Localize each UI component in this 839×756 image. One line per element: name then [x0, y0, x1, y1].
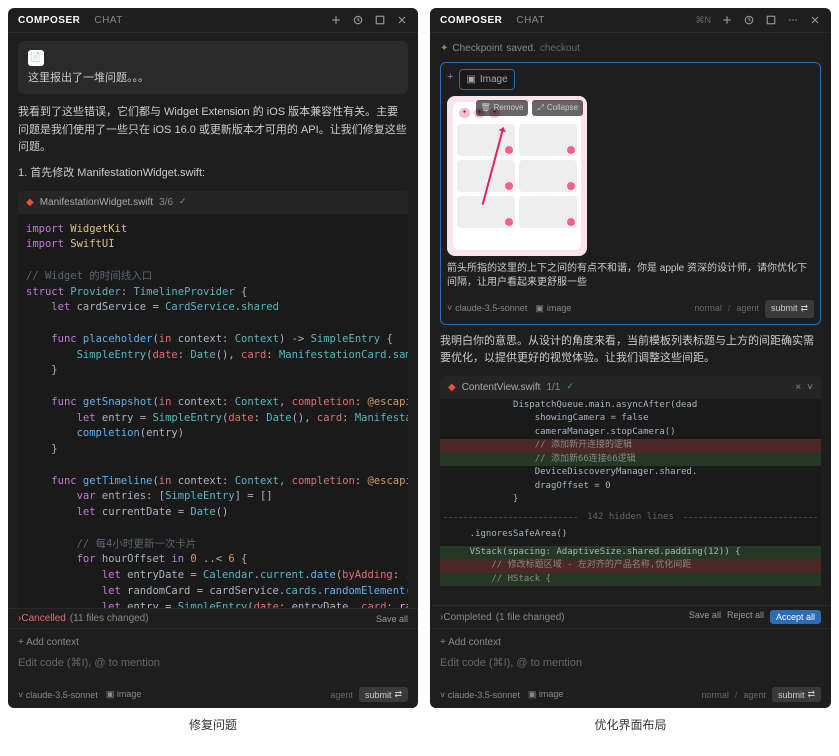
mode-normal[interactable]: normal: [701, 690, 729, 700]
file-count: 1/1: [546, 380, 560, 395]
remove-button[interactable]: 🗑 Remove: [476, 100, 529, 116]
panel-caption: 修复问题: [8, 708, 418, 733]
step-1: 1. 首先修改 ManifestationWidget.swift:: [18, 165, 408, 183]
image-chip[interactable]: ▣ image: [106, 689, 142, 700]
maximize-icon[interactable]: [374, 14, 386, 26]
close-icon[interactable]: [809, 14, 821, 26]
close-icon[interactable]: [396, 14, 408, 26]
file-header[interactable]: ◆ ContentView.swift 1/1 ✓ × ˅: [440, 376, 821, 399]
input-area: + Add context Edit code (⌘I), @ to menti…: [430, 628, 831, 681]
tab-chat[interactable]: CHAT: [94, 15, 122, 26]
attachment-icon: 📄: [28, 50, 44, 66]
image-attachment: + ▣ Image 🗑 Remove ⤢ Collapse ●●●: [440, 62, 821, 325]
status-detail: (1 file changed): [496, 612, 565, 623]
check-icon: ✓: [179, 195, 187, 209]
panel-header: COMPOSER CHAT: [8, 8, 418, 33]
history-icon[interactable]: [352, 14, 364, 26]
tab-chat[interactable]: CHAT: [516, 15, 544, 26]
more-icon[interactable]: [787, 14, 799, 26]
submit-button[interactable]: submit ⇄: [765, 300, 814, 318]
file-name: ManifestationWidget.swift: [40, 195, 153, 210]
swift-icon: ◆: [448, 380, 456, 395]
add-context-button[interactable]: + Add context: [18, 637, 408, 648]
model-selector[interactable]: ˅ claude-3.5-sonnet: [447, 302, 527, 316]
composer-panel-left: COMPOSER CHAT 📄 这里报出了一堆问题。。。 我看到了这些错误，它们…: [8, 8, 418, 708]
close-file-icon[interactable]: ×: [795, 380, 801, 395]
new-icon[interactable]: [721, 14, 733, 26]
save-all-button[interactable]: Save all: [689, 610, 721, 624]
input-area: + Add context Edit code (⌘I), @ to menti…: [8, 628, 418, 681]
status-label: Completed: [443, 612, 491, 623]
submit-button[interactable]: submit ⇄: [359, 687, 408, 702]
composer-panel-right: COMPOSER CHAT ⌘N ✦ Checkpoint saved. che…: [430, 8, 831, 708]
chevron-icon[interactable]: ˅: [807, 380, 813, 395]
status-label: Cancelled: [21, 613, 65, 624]
edit-input[interactable]: Edit code (⌘I), @ to mention: [18, 652, 408, 673]
mode-agent[interactable]: agent: [330, 690, 353, 700]
new-icon[interactable]: [330, 14, 342, 26]
maximize-icon[interactable]: [765, 14, 777, 26]
footer: ˅ claude-3.5-sonnet ▣ image agent submit…: [8, 681, 418, 708]
image-chip[interactable]: ▣ image: [528, 689, 564, 700]
submit-button[interactable]: submit ⇄: [772, 687, 821, 702]
pin-icon: ✦: [440, 41, 448, 56]
diff-block: DispatchQueue.main.asyncAfter(dead showi…: [440, 399, 821, 587]
add-context-button[interactable]: + Add context: [440, 637, 821, 648]
save-all-button[interactable]: Save all: [376, 614, 408, 624]
image-chip[interactable]: ▣ Image: [459, 69, 514, 90]
status-detail: (11 files changed): [70, 613, 149, 624]
hidden-lines[interactable]: 142 hidden lines: [440, 507, 821, 529]
assistant-response: 我明白你的意思。从设计的角度来看，当前模板列表标题与上方的间距确实需要优化，以提…: [440, 333, 821, 368]
checkpoint: ✦ Checkpoint saved. checkout: [440, 41, 821, 56]
user-message: 📄 这里报出了一堆问题。。。: [18, 41, 408, 94]
check-icon: ✓: [566, 380, 574, 394]
user-message-text: 这里报出了一堆问题。。。: [28, 70, 398, 87]
collapse-button[interactable]: ⤢ Collapse: [532, 100, 583, 116]
mode-agent[interactable]: agent: [736, 302, 759, 316]
assistant-response: 我看到了这些错误，它们都与 Widget Extension 的 iOS 版本兼…: [18, 104, 408, 157]
status-bar: › Cancelled (11 files changed) Save all: [8, 608, 418, 628]
shortcut-label: ⌘N: [696, 15, 712, 26]
add-attachment-icon[interactable]: +: [447, 69, 453, 86]
model-selector[interactable]: ˅ claude-3.5-sonnet: [18, 690, 98, 700]
file-name: ContentView.swift: [462, 380, 541, 395]
image-preview[interactable]: 🗑 Remove ⤢ Collapse ●●●: [447, 96, 587, 256]
mode-agent[interactable]: agent: [743, 690, 766, 700]
accept-all-button[interactable]: Accept all: [770, 610, 821, 624]
model-selector[interactable]: ˅ claude-3.5-sonnet: [440, 690, 520, 700]
status-bar: › Completed (1 file changed) Save all Re…: [430, 605, 831, 628]
mode-normal[interactable]: normal: [694, 302, 722, 316]
code-block: import WidgetKit import SwiftUI // Widge…: [18, 214, 408, 608]
tab-composer[interactable]: COMPOSER: [18, 15, 80, 26]
reject-all-button[interactable]: Reject all: [727, 610, 764, 624]
panel-caption: 优化界面布局: [430, 708, 831, 733]
file-count: 3/6: [159, 195, 173, 210]
tab-composer[interactable]: COMPOSER: [440, 15, 502, 26]
image-caption: 箭头所指的这里的上下之间的有点不和谐，你是 apple 资深的设计师，请你优化下…: [447, 262, 814, 290]
footer: ˅ claude-3.5-sonnet ▣ image normal / age…: [430, 681, 831, 708]
edit-input[interactable]: Edit code (⌘I), @ to mention: [440, 652, 821, 673]
swift-icon: ◆: [26, 195, 34, 210]
file-header[interactable]: ◆ ManifestationWidget.swift 3/6 ✓: [18, 191, 408, 214]
panel-header: COMPOSER CHAT ⌘N: [430, 8, 831, 33]
history-icon[interactable]: [743, 14, 755, 26]
image-chip[interactable]: ▣ image: [535, 302, 571, 316]
